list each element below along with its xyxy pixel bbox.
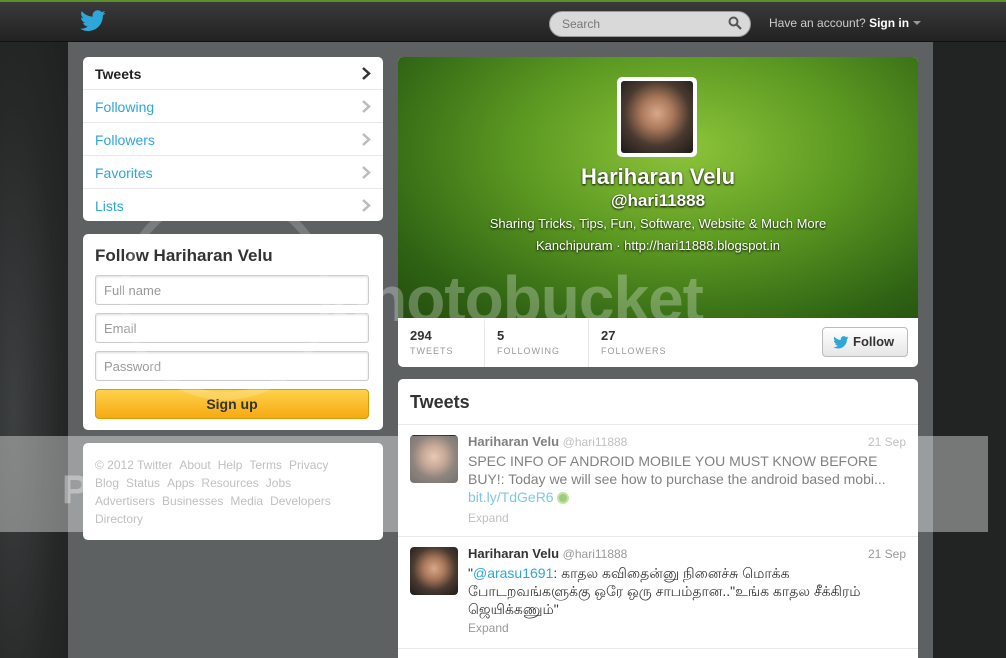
footer-links: © 2012 Twitter About Help Terms Privacy Blog… [83, 443, 383, 540]
background-left [0, 42, 68, 658]
tweet-link[interactable]: bit.ly/TdGeR6 [468, 489, 554, 505]
profile-header: Hariharan Velu @hari11888 Sharing Tricks… [398, 57, 918, 318]
tweet-item[interactable]: Hariharan Velu @hari11888 21 Sep "@arasu… [398, 537, 918, 649]
nav-item-followers[interactable]: Followers [83, 123, 383, 156]
avatar-image [621, 81, 693, 153]
password-field[interactable] [95, 351, 369, 381]
stat-followers[interactable]: 27 FOLLOWERS [601, 328, 667, 356]
tweet-mention[interactable]: @arasu1691 [473, 565, 553, 581]
stat-label: FOLLOWING [497, 346, 561, 356]
footer-link-privacy[interactable]: Privacy [289, 458, 328, 472]
footer-link-directory[interactable]: Directory [95, 512, 143, 526]
follow-button[interactable]: Follow [822, 327, 908, 357]
follow-signup-box: Follow Hariharan Velu Sign up [83, 234, 383, 430]
twitter-bird-icon [833, 336, 849, 349]
tweets-title: Tweets [398, 379, 918, 425]
divider [588, 318, 589, 367]
footer-link-help[interactable]: Help [218, 458, 243, 472]
account-text: Have an account? [769, 16, 866, 30]
stat-value: 5 [497, 328, 505, 343]
stat-tweets[interactable]: 294 TWEETS [410, 328, 454, 356]
profile-stats: 294 TWEETS 5 FOLLOWING 27 FOLLOWERS Foll… [398, 318, 918, 367]
avatar[interactable] [617, 77, 697, 157]
tweet-header: Hariharan Velu @hari11888 [468, 546, 627, 561]
divider [484, 318, 485, 367]
tweets-timeline: Tweets Hariharan Velu @hari11888 21 Sep … [398, 379, 918, 658]
nav-item-lists[interactable]: Lists [83, 189, 383, 221]
avatar[interactable] [410, 547, 458, 595]
stat-label: FOLLOWERS [601, 346, 667, 356]
nav-item-label: Following [95, 99, 155, 115]
footer-link-media[interactable]: Media [230, 494, 263, 508]
signup-button[interactable]: Sign up [95, 389, 369, 419]
top-bar: Have an account? Sign in [0, 0, 1006, 42]
tweet-author-handle[interactable]: @hari11888 [563, 435, 628, 449]
search-input[interactable] [549, 11, 751, 37]
chevron-right-icon [362, 67, 371, 80]
stat-label: TWEETS [410, 346, 454, 356]
nav-item-tweets[interactable]: Tweets [83, 57, 383, 90]
footer-link-blog[interactable]: Blog [95, 476, 119, 490]
nav-item-label: Favorites [95, 165, 153, 181]
profile-handle: @hari11888 [610, 191, 706, 210]
footer-copyright: © 2012 Twitter [95, 458, 173, 472]
tweet-author-name[interactable]: Hariharan Velu [468, 434, 559, 449]
tweet-text: "@arasu1691: காதல கவிதைன்னு நினைச்சு மொக… [468, 564, 908, 618]
chevron-right-icon [362, 166, 371, 179]
media-icon[interactable] [557, 492, 570, 505]
footer-link-advertisers[interactable]: Advertisers [95, 494, 155, 508]
stat-value: 27 [601, 328, 616, 343]
footer-link-jobs[interactable]: Jobs [266, 476, 291, 490]
tweet-header: Hariharan Velu @hari11888 [468, 434, 627, 449]
account-prompt: Have an account? Sign in [769, 16, 909, 30]
twitter-logo-icon[interactable] [80, 10, 106, 32]
nav-item-favorites[interactable]: Favorites [83, 156, 383, 189]
tweet-author-handle[interactable]: @hari11888 [563, 547, 628, 561]
tweet-text: SPEC INFO OF ANDROID MOBILE YOU MUST KNO… [468, 452, 908, 506]
expand-link[interactable]: Expand [468, 511, 509, 525]
avatar[interactable] [410, 435, 458, 483]
chevron-right-icon [362, 100, 371, 113]
footer-link-apps[interactable]: Apps [167, 476, 194, 490]
tweet-body: SPEC INFO OF ANDROID MOBILE YOU MUST KNO… [468, 453, 886, 487]
footer-link-about[interactable]: About [179, 458, 210, 472]
stat-following[interactable]: 5 FOLLOWING [497, 328, 560, 356]
search-icon[interactable] [728, 16, 742, 30]
email-field[interactable] [95, 313, 369, 343]
chevron-down-icon[interactable] [913, 21, 921, 25]
follow-box-title: Follow Hariharan Velu [95, 246, 273, 265]
footer-link-terms[interactable]: Terms [249, 458, 282, 472]
chevron-right-icon [362, 199, 371, 212]
follow-button-label: Follow [853, 334, 895, 349]
tweet-timestamp[interactable]: 21 Sep [868, 435, 906, 449]
fullname-field[interactable] [95, 275, 369, 305]
footer-link-developers[interactable]: Developers [270, 494, 331, 508]
tweet-timestamp[interactable]: 21 Sep [868, 547, 906, 561]
profile-location-url[interactable]: Kanchipuram · http://hari11888.blogspot.… [398, 238, 918, 253]
nav-item-label: Followers [95, 132, 155, 148]
footer-link-businesses[interactable]: Businesses [162, 494, 223, 508]
tweet-item[interactable]: Hariharan Velu @hari11888 21 Sep SPEC IN… [398, 425, 918, 537]
profile-bio: Sharing Tricks, Tips, Fun, Software, Web… [489, 216, 827, 231]
signin-link[interactable]: Sign in [869, 16, 909, 30]
profile-name: Hariharan Velu [580, 164, 736, 189]
footer-link-resources[interactable]: Resources [201, 476, 258, 490]
background-right [933, 42, 1006, 658]
expand-link[interactable]: Expand [468, 621, 509, 635]
stat-value: 294 [410, 328, 432, 343]
nav-item-following[interactable]: Following [83, 90, 383, 123]
nav-item-label: Lists [95, 198, 124, 214]
chevron-right-icon [362, 133, 371, 146]
nav-item-label: Tweets [95, 66, 142, 82]
tweet-author-name[interactable]: Hariharan Velu [468, 546, 559, 561]
footer-link-status[interactable]: Status [126, 476, 160, 490]
profile-card: Hariharan Velu @hari11888 Sharing Tricks… [398, 57, 918, 367]
profile-nav: Tweets Following Followers Favorites Lis… [83, 57, 383, 221]
